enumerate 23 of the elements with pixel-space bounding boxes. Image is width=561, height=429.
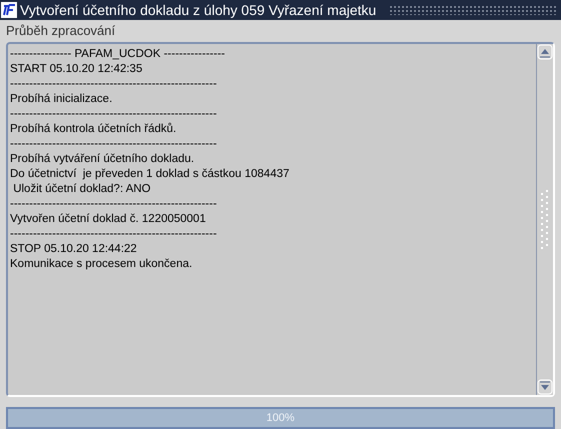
scrollbar[interactable]: [536, 44, 553, 395]
log-line: ------------------------------------------------------: [10, 197, 218, 212]
log-line: Probíhá vytváření účetního dokladu.: [10, 152, 196, 167]
scroll-down-icon[interactable]: [537, 379, 553, 395]
log-line: Do účetnictví je převeden 1 doklad s částkou 1084437: [10, 167, 290, 182]
log-line: Probíhá kontrola účetních řádků.: [10, 122, 178, 137]
log-line: ------------------------------------------------------: [10, 77, 218, 92]
log-line: ------------------------------------------------------: [10, 137, 218, 152]
log-line: Vytvořen účetní doklad č. 1220050001: [10, 212, 207, 227]
log-line: ---------------- PAFAM_UCDOK ----------------: [10, 47, 226, 62]
log-line: Komunikace s procesem ukončena.: [10, 257, 194, 272]
log-line: ------------------------------------------------------: [10, 107, 218, 122]
progress-reading: 100%: [265, 411, 296, 426]
scroll-grip-icon[interactable]: [540, 190, 550, 250]
scroll-up-icon[interactable]: [537, 44, 553, 60]
window-title: Vytvoření účetního dokladu z úlohy 059 Vyřazení majetku: [20, 2, 376, 18]
log-line: START 05.10.20 12:42:35: [10, 62, 144, 77]
section-label: Průběh zpracování: [5, 22, 116, 40]
log-line: STOP 05.10.20 12:44:22: [10, 242, 138, 257]
log-line: ------------------------------------------------------: [10, 227, 218, 242]
log-line: Probíhá inicializace.: [10, 92, 114, 107]
app-logo-icon: [1, 2, 17, 18]
log-line: Uložit účetní doklad?: ANO: [12, 182, 152, 197]
